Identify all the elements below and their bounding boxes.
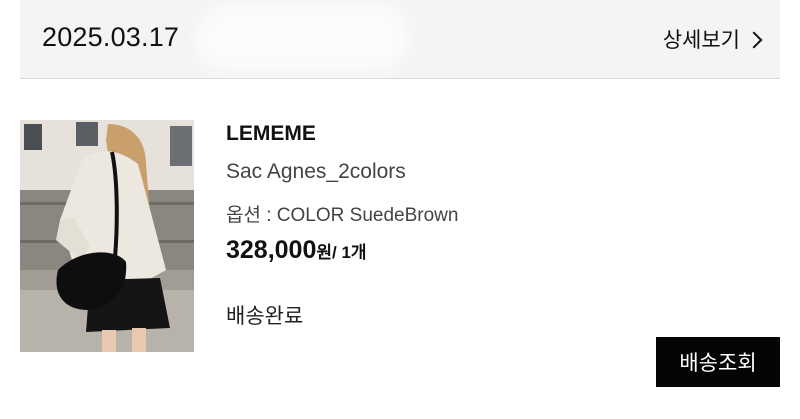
product-photo	[20, 120, 194, 352]
product-name[interactable]: Sac Agnes_2colors	[226, 160, 406, 184]
track-delivery-button[interactable]: 배송조회	[656, 337, 780, 387]
brand-name: LEMEME	[226, 122, 316, 145]
price-line: 328,000원/ 1개	[226, 236, 367, 265]
view-details-link[interactable]: 상세보기	[662, 24, 763, 54]
order-date: 2025.03.17	[42, 22, 180, 52]
product-option: 옵션 : COLOR SuedeBrown	[226, 205, 459, 226]
price-value: 328,000	[226, 236, 317, 264]
product-image[interactable]	[20, 120, 194, 352]
order-header: 2025.03.17 상세보기	[20, 0, 780, 79]
redacted-order-number	[205, 14, 400, 62]
view-details-label: 상세보기	[662, 29, 740, 52]
currency-unit: 원	[316, 243, 333, 262]
chevron-right-icon	[745, 31, 763, 48]
delivery-status: 배송완료	[226, 305, 304, 328]
quantity: / 1개	[332, 243, 367, 262]
